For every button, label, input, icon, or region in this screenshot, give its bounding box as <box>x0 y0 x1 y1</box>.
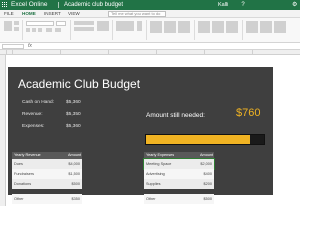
cash-on-hand-value[interactable]: $5,360 <box>66 100 81 106</box>
table-row[interactable]: Other $350 <box>12 194 82 204</box>
font-size-box[interactable] <box>56 21 66 26</box>
revenue-item-amount: $350 <box>71 197 80 201</box>
autosum-icon[interactable] <box>246 21 258 33</box>
revenue-item-amount: $4,000 <box>68 162 80 166</box>
expenses-value[interactable]: $5,360 <box>66 124 81 130</box>
paste-icon[interactable] <box>4 21 12 31</box>
revenue-label: Revenue: <box>22 112 43 117</box>
revenue-item-name: Dues <box>14 162 23 166</box>
format-cells-icon[interactable] <box>226 21 238 33</box>
table-row[interactable]: Fundraisers $1,500 <box>12 169 82 179</box>
underline-icon[interactable] <box>38 28 42 32</box>
bold-icon[interactable] <box>26 28 30 32</box>
expenses-item-name: Meeting Space <box>146 162 172 166</box>
app-name[interactable]: Excel Online <box>11 1 48 9</box>
user-name[interactable]: Kalli <box>218 1 228 9</box>
ribbon <box>0 18 300 43</box>
revenue-item-name: Donations <box>14 182 32 186</box>
name-box[interactable] <box>2 44 24 49</box>
ribbon-separator <box>242 20 243 40</box>
expenses-item-amount: $500 <box>203 197 212 201</box>
align-top-icon[interactable] <box>74 21 94 25</box>
table-row[interactable]: Supplies $200 <box>144 179 214 189</box>
cell-styles-icon[interactable] <box>178 21 190 33</box>
wrap-text-icon[interactable] <box>97 21 109 31</box>
italic-icon[interactable] <box>32 28 36 32</box>
file-name[interactable]: Academic club budget <box>64 1 123 9</box>
expenses-table: Yearly Expenses Amount Meeting Space $2,… <box>143 152 215 194</box>
revenue-item-amount: $500 <box>71 182 80 186</box>
tab-file[interactable]: FILE <box>4 11 14 17</box>
font-color-icon[interactable] <box>55 28 61 32</box>
revenue-item-name: Fundraisers <box>14 172 35 176</box>
amount-needed-value[interactable]: $760 <box>236 107 260 120</box>
format-table-icon[interactable] <box>164 21 176 33</box>
table-row[interactable]: Dues $4,000 <box>12 159 82 169</box>
revenue-table-last: Other $350 <box>12 194 82 204</box>
ribbon-separator <box>146 20 147 40</box>
number-format-icon[interactable] <box>116 21 134 31</box>
cash-on-hand-label: Cash on Hand: <box>22 100 54 105</box>
decimal-icon[interactable] <box>137 21 142 31</box>
tab-view[interactable]: VIEW <box>68 11 80 17</box>
title-divider <box>58 2 59 8</box>
tab-insert[interactable]: INSERT <box>44 11 61 17</box>
expenses-item-amount: $400 <box>203 172 212 176</box>
ribbon-separator <box>112 20 113 40</box>
app-launcher-icon[interactable] <box>2 2 8 8</box>
expenses-table-header: Yearly Expenses Amount <box>144 152 214 159</box>
settings-icon[interactable]: ⚙ <box>292 2 298 8</box>
funding-progress-fill <box>146 135 250 144</box>
title-bar: Excel Online Academic club budget ? Kall… <box>0 0 300 10</box>
ribbon-separator <box>70 20 71 40</box>
tell-me-search[interactable]: Tell me what you want to do <box>108 11 166 17</box>
row-headers[interactable] <box>0 55 6 206</box>
budget-banner: Academic Club Budget Cash on Hand: $5,36… <box>8 67 273 195</box>
ribbon-tab-row: FILE HOME INSERT VIEW Tell me what you w… <box>0 10 300 18</box>
expenses-item-name: Advertising <box>146 172 165 176</box>
table-row[interactable]: Other $500 <box>144 194 214 204</box>
expenses-item-name: Other <box>146 197 156 201</box>
table-row[interactable]: Advertising $400 <box>144 169 214 179</box>
revenue-value[interactable]: $5,350 <box>66 112 81 118</box>
ribbon-separator <box>194 20 195 40</box>
expenses-item-amount: $2,000 <box>200 162 212 166</box>
revenue-header-name[interactable]: Yearly Revenue <box>14 152 41 159</box>
expenses-header-amount[interactable]: Amount <box>200 152 213 159</box>
delete-cells-icon[interactable] <box>212 21 224 33</box>
revenue-table-header: Yearly Revenue Amount <box>12 152 82 159</box>
expenses-item-name: Supplies <box>146 182 161 186</box>
expenses-item-amount: $200 <box>203 182 212 186</box>
find-icon[interactable] <box>274 21 286 33</box>
table-row[interactable]: Donations $500 <box>12 179 82 189</box>
cut-icon[interactable] <box>14 21 19 25</box>
expenses-label: Expenses: <box>22 124 45 129</box>
insert-cells-icon[interactable] <box>198 21 210 33</box>
copy-icon[interactable] <box>14 27 19 31</box>
table-row[interactable]: Meeting Space $2,000 <box>143 158 215 170</box>
conditional-format-icon[interactable] <box>150 21 162 33</box>
fill-color-icon[interactable] <box>46 28 52 32</box>
ribbon-separator <box>22 20 23 40</box>
budget-title: Academic Club Budget <box>18 77 141 91</box>
function-icon[interactable]: fx <box>28 43 32 50</box>
revenue-item-name: Other <box>14 197 24 201</box>
funding-progress-bar <box>145 134 265 145</box>
expenses-header-name[interactable]: Yearly Expenses <box>146 152 174 159</box>
help-icon[interactable]: ? <box>240 2 246 8</box>
formula-bar[interactable]: fx <box>0 43 300 50</box>
tab-home[interactable]: HOME <box>22 11 36 17</box>
align-left-icon[interactable] <box>74 27 94 31</box>
revenue-table: Yearly Revenue Amount Dues $4,000 Fundra… <box>12 152 82 194</box>
revenue-item-amount: $1,500 <box>68 172 80 176</box>
worksheet-grid[interactable]: Academic Club Budget Cash on Hand: $5,36… <box>0 55 300 206</box>
revenue-header-amount[interactable]: Amount <box>68 152 81 159</box>
sort-filter-icon[interactable] <box>260 21 272 33</box>
amount-needed-label: Amount still needed: <box>146 112 205 119</box>
font-name-box[interactable] <box>26 21 54 26</box>
expenses-table-last: Other $500 <box>144 194 214 204</box>
